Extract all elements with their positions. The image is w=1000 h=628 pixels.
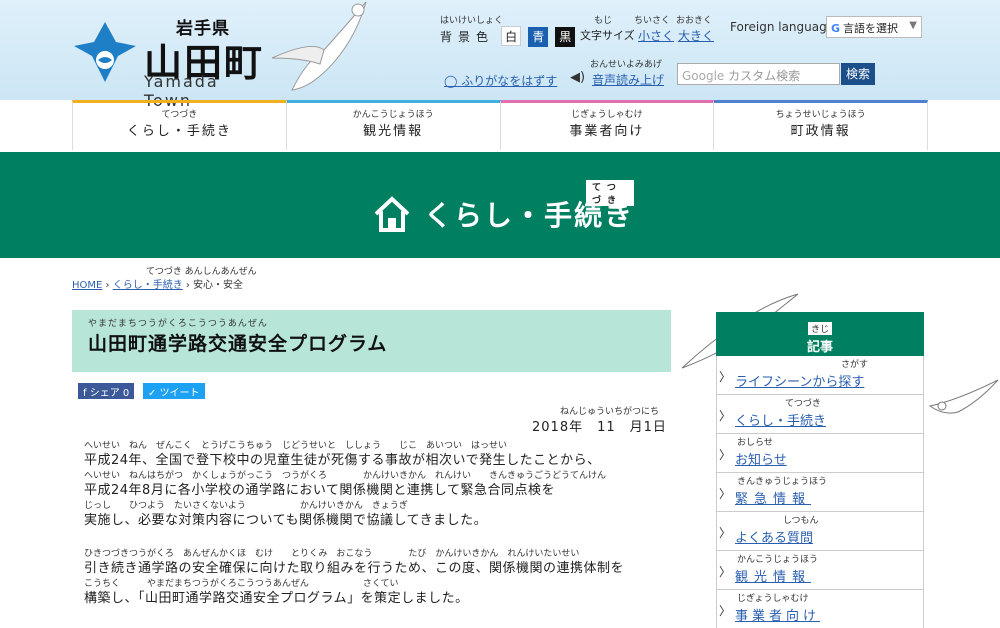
bg-white-button[interactable]: 白 [501,26,522,46]
sidebar-heading: きじ 記事 [716,312,924,356]
text-large-button[interactable]: 大きく [678,27,714,44]
foreign-language-label: Foreign language: [730,20,839,34]
nav-town-admin[interactable]: ちょうせいじょうほう 町政情報 [714,100,928,150]
breadcrumb-home[interactable]: HOME [72,280,102,291]
article-title-ruby: やまだまちつうがくろこうつうあんぜん [88,319,268,329]
town-emblem-icon [74,22,136,82]
text-small-button[interactable]: 小さく [638,27,674,44]
article-paragraph: へいせい ねん ぜんこく とうげこうちゅう じどうせいと ししょう じこ あいつ… [84,441,607,528]
facebook-icon: f [83,388,90,399]
twitter-icon: ✓ [148,388,160,399]
sidebar-item-emergency[interactable]: きんきゅうじょうほう 緊急情報 [716,473,924,512]
site-header: 岩手県 山田町 Yamada Town はいけいしょく 背景色 白 青 黒 もじ… [0,0,1000,110]
twitter-tweet-button[interactable]: ✓ ツイート [143,383,205,399]
language-select[interactable]: G 言語を選択 ▼ [826,16,922,38]
article-header: やまだまちつうがくろこうつうあんぜん 山田町通学路交通安全プログラム [72,310,671,372]
search-input[interactable]: Google カスタム検索 [677,63,840,85]
breadcrumb: HOME › くらし・手続き › 安心・安全 [72,280,244,291]
home-icon [374,196,410,232]
site-logo[interactable]: 岩手県 山田町 Yamada Town [72,12,272,110]
sidebar-item-life-scene[interactable]: さがす ライフシーンから探す [716,356,924,395]
article-paragraph: ひきつづきつうがくろ あんぜんかくほ むけ とりくみ おこなう たび かんけいき… [84,549,625,606]
category-banner: くらし・手続き てつづき [0,152,1000,258]
category-title: くらし・手続き てつづき [424,180,635,234]
bg-blue-button[interactable]: 青 [528,27,549,47]
bg-black-button[interactable]: 黒 [555,27,576,47]
sidebar: きじ 記事 さがす ライフシーンから探す てつづき くらし・手続き おしらせ お… [716,312,924,628]
google-watermark: Google [682,69,729,83]
nav-business[interactable]: じぎょうしゃむけ 事業者向け [500,100,715,150]
sidebar-item-living[interactable]: てつづき くらし・手続き [716,395,924,434]
search-button[interactable]: 検索 [841,63,875,85]
global-nav: てつづき くらし・手続き かんこうじょうほう 観光情報 じぎょうしゃむけ 事業者… [72,100,928,150]
google-icon: G [831,22,841,35]
furigana-off-link[interactable]: ◯ ふりがなをはずす [444,72,557,89]
sidebar-item-business[interactable]: じぎょうしゃむけ 事業者向け [716,590,924,628]
facebook-share-button[interactable]: f シェア 0 [78,383,135,399]
category-title-ruby: てつづき [586,180,635,206]
nav-tourism[interactable]: かんこうじょうほう 観光情報 [286,100,501,150]
page-title: 山田町通学路交通安全プログラム [88,333,388,355]
speaker-icon: ◀) [570,70,586,85]
speech-bubble-icon: ◯ [444,74,458,88]
sidebar-item-news[interactable]: おしらせ お知らせ [716,434,924,473]
seagull-illustration [271,1,367,91]
article-date: 2018年 11 月1日 [532,420,667,435]
background-color-control: はいけいしょく 背景色 白 青 黒 [440,16,576,47]
breadcrumb-living[interactable]: くらし・手続き [113,280,183,291]
sidebar-item-faq[interactable]: しつもん よくある質問 [716,512,924,551]
nav-living[interactable]: てつづき くらし・手続き [72,100,287,150]
sidebar-item-tourism[interactable]: かんこうじょうほう 観光情報 [716,551,924,590]
bg-color-label: 背景色 [440,30,495,44]
text-size-label: 文字サイズ [580,29,635,42]
chevron-down-icon: ▼ [909,20,917,31]
seagull-illustration [928,379,999,414]
breadcrumb-current: 安心・安全 [193,280,244,291]
